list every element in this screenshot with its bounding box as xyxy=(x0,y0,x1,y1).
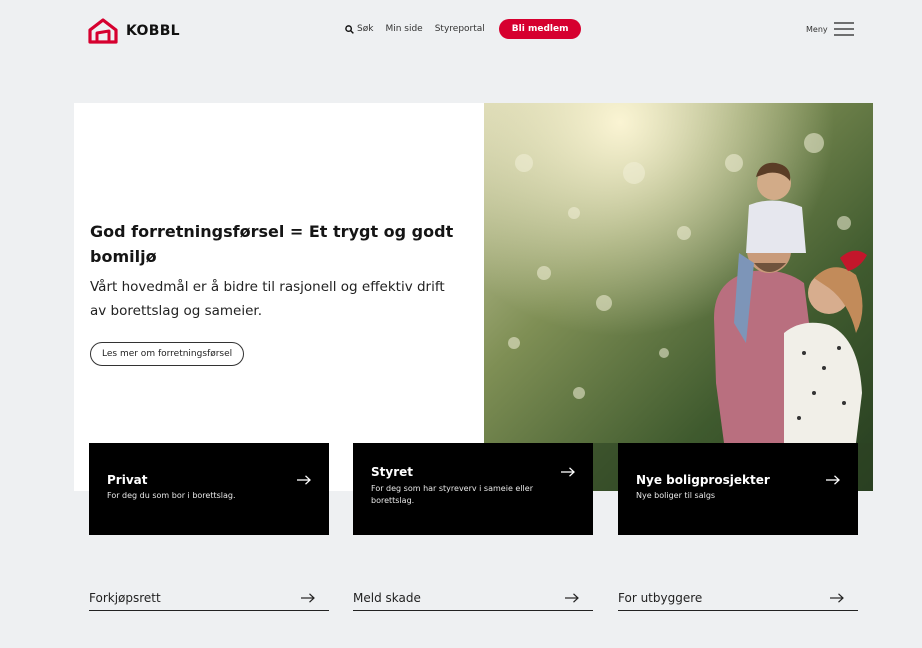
hero-image-family xyxy=(484,103,873,491)
hero-subtitle: Vårt hovedmål er å bidre til rasjonell o… xyxy=(90,279,445,319)
logo-text: KOBBL xyxy=(126,23,180,39)
become-member-button[interactable]: Bli medlem xyxy=(498,19,582,39)
menu-button[interactable]: Meny xyxy=(806,22,854,36)
card-new-projects[interactable]: Nye boligprosjekter Nye boliger til salg… xyxy=(618,443,858,535)
nav-board-portal[interactable]: Styreportal xyxy=(435,24,485,34)
nav-my-page[interactable]: Min side xyxy=(385,24,422,34)
search-icon xyxy=(345,24,354,34)
arrow-right-icon xyxy=(826,475,840,485)
top-nav: Søk Min side Styreportal Bli medlem xyxy=(345,19,582,39)
card-new-projects-title: Nye boligprosjekter xyxy=(636,473,770,487)
link-pre-emption[interactable]: Forkjøpsrett xyxy=(89,585,329,611)
card-board[interactable]: Styret For deg som har styreverv i samei… xyxy=(353,443,593,535)
hero-panel: God forretningsførsel = Et trygt og godt… xyxy=(74,103,484,491)
card-board-description: For deg som har styreverv i sameie eller… xyxy=(371,484,533,505)
hero-text: God forretningsførsel = Et trygt og godt… xyxy=(90,219,460,366)
menu-label: Meny xyxy=(806,24,828,34)
link-pre-emption-label: Forkjøpsrett xyxy=(89,590,161,605)
card-board-title: Styret xyxy=(371,465,413,479)
search-label: Søk xyxy=(357,24,374,34)
link-developers-label: For utbyggere xyxy=(618,590,703,605)
arrow-right-icon xyxy=(565,592,579,603)
nav-search[interactable]: Søk xyxy=(345,24,373,34)
logo[interactable]: KOBBL xyxy=(88,18,180,44)
card-private-description: For deg du som bor i borettslag. xyxy=(107,491,236,500)
arrow-right-icon xyxy=(561,467,575,477)
link-report-damage-label: Meld skade xyxy=(353,590,421,605)
card-private[interactable]: Privat For deg du som bor i borettslag. xyxy=(89,443,329,535)
site-header: KOBBL Søk Min side Styreportal Bli medle… xyxy=(0,0,922,60)
arrow-right-icon xyxy=(301,592,315,603)
family-photo xyxy=(484,103,873,491)
card-new-projects-description: Nye boliger til salgs xyxy=(636,491,716,500)
arrow-right-icon xyxy=(297,475,311,485)
card-private-title: Privat xyxy=(107,473,148,487)
house-logo-icon xyxy=(88,18,118,44)
link-report-damage[interactable]: Meld skade xyxy=(353,585,593,611)
hero-title: God forretningsførsel = Et trygt og godt… xyxy=(90,222,454,266)
hamburger-icon xyxy=(833,22,854,36)
arrow-right-icon xyxy=(830,592,844,603)
link-developers[interactable]: For utbyggere xyxy=(618,585,858,611)
read-more-button[interactable]: Les mer om forretningsførsel xyxy=(90,342,245,366)
